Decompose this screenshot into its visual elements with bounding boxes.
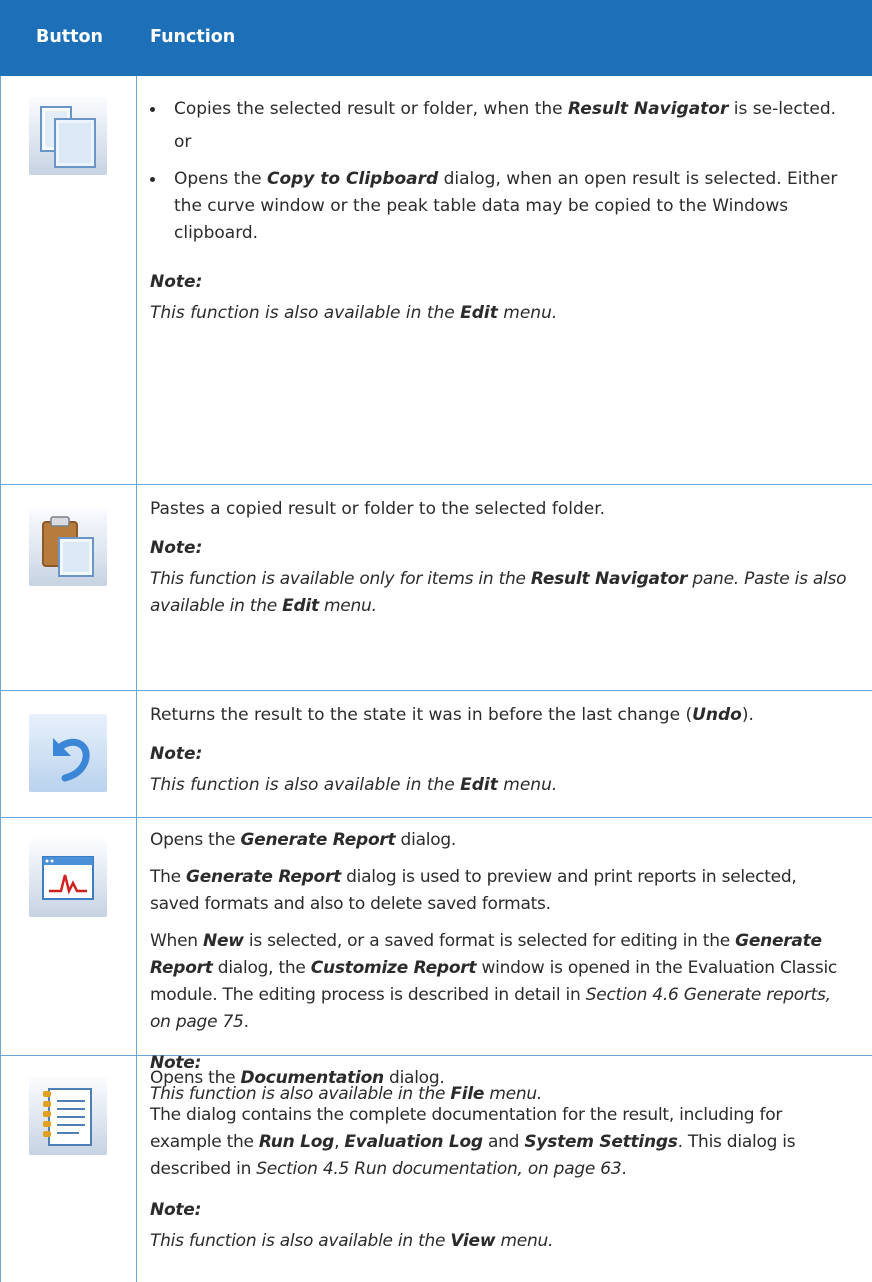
generate-report-p2: The Generate Report dialog is used to pr… [150, 867, 797, 914]
note-text: This function is also available in the E… [150, 303, 558, 323]
undo-icon[interactable] [29, 714, 107, 792]
row-divider [0, 817, 872, 818]
row-divider [0, 484, 872, 485]
header-function: Function [150, 27, 236, 47]
copy-icon[interactable] [29, 97, 107, 175]
copy-bullet-2: Opens the Copy to Clipboard dialog, when… [150, 166, 850, 247]
generate-report-icon[interactable] [29, 839, 107, 917]
generate-report-p3: When New is selected, or a saved format … [150, 931, 838, 1032]
note-text: This function is available only for item… [150, 569, 847, 616]
documentation-p1: Opens the Documentation dialog. [150, 1068, 445, 1088]
generate-report-p1: Opens the Generate Report dialog. [150, 830, 457, 850]
undo-description: Returns the result to the state it was i… [150, 705, 754, 725]
column-divider [136, 76, 137, 1282]
paste-description: Pastes a copied result or folder to the … [150, 499, 606, 519]
note-label: Note: [150, 538, 203, 558]
button-function-table: Button Function Copies the selected resu… [0, 0, 872, 1282]
documentation-p2: The dialog contains the complete documen… [150, 1105, 796, 1179]
documentation-icon[interactable] [29, 1077, 107, 1155]
copy-bullet-1: Copies the selected result or folder, wh… [150, 96, 850, 123]
note-label: Note: [150, 744, 203, 764]
note-label: Note: [150, 1200, 202, 1220]
note-label: Note: [150, 272, 203, 292]
note-text: This function is also available in the V… [150, 1231, 554, 1251]
paste-icon[interactable] [29, 508, 107, 586]
or-text: or [174, 132, 192, 152]
table-header: Button Function [0, 0, 872, 76]
section-link-4-5[interactable]: Section 4.5 Run documentation, on page 6… [256, 1159, 621, 1179]
row-divider [0, 690, 872, 691]
table-left-border [0, 76, 1, 1282]
header-button: Button [36, 27, 104, 47]
note-text: This function is also available in the E… [150, 775, 558, 795]
